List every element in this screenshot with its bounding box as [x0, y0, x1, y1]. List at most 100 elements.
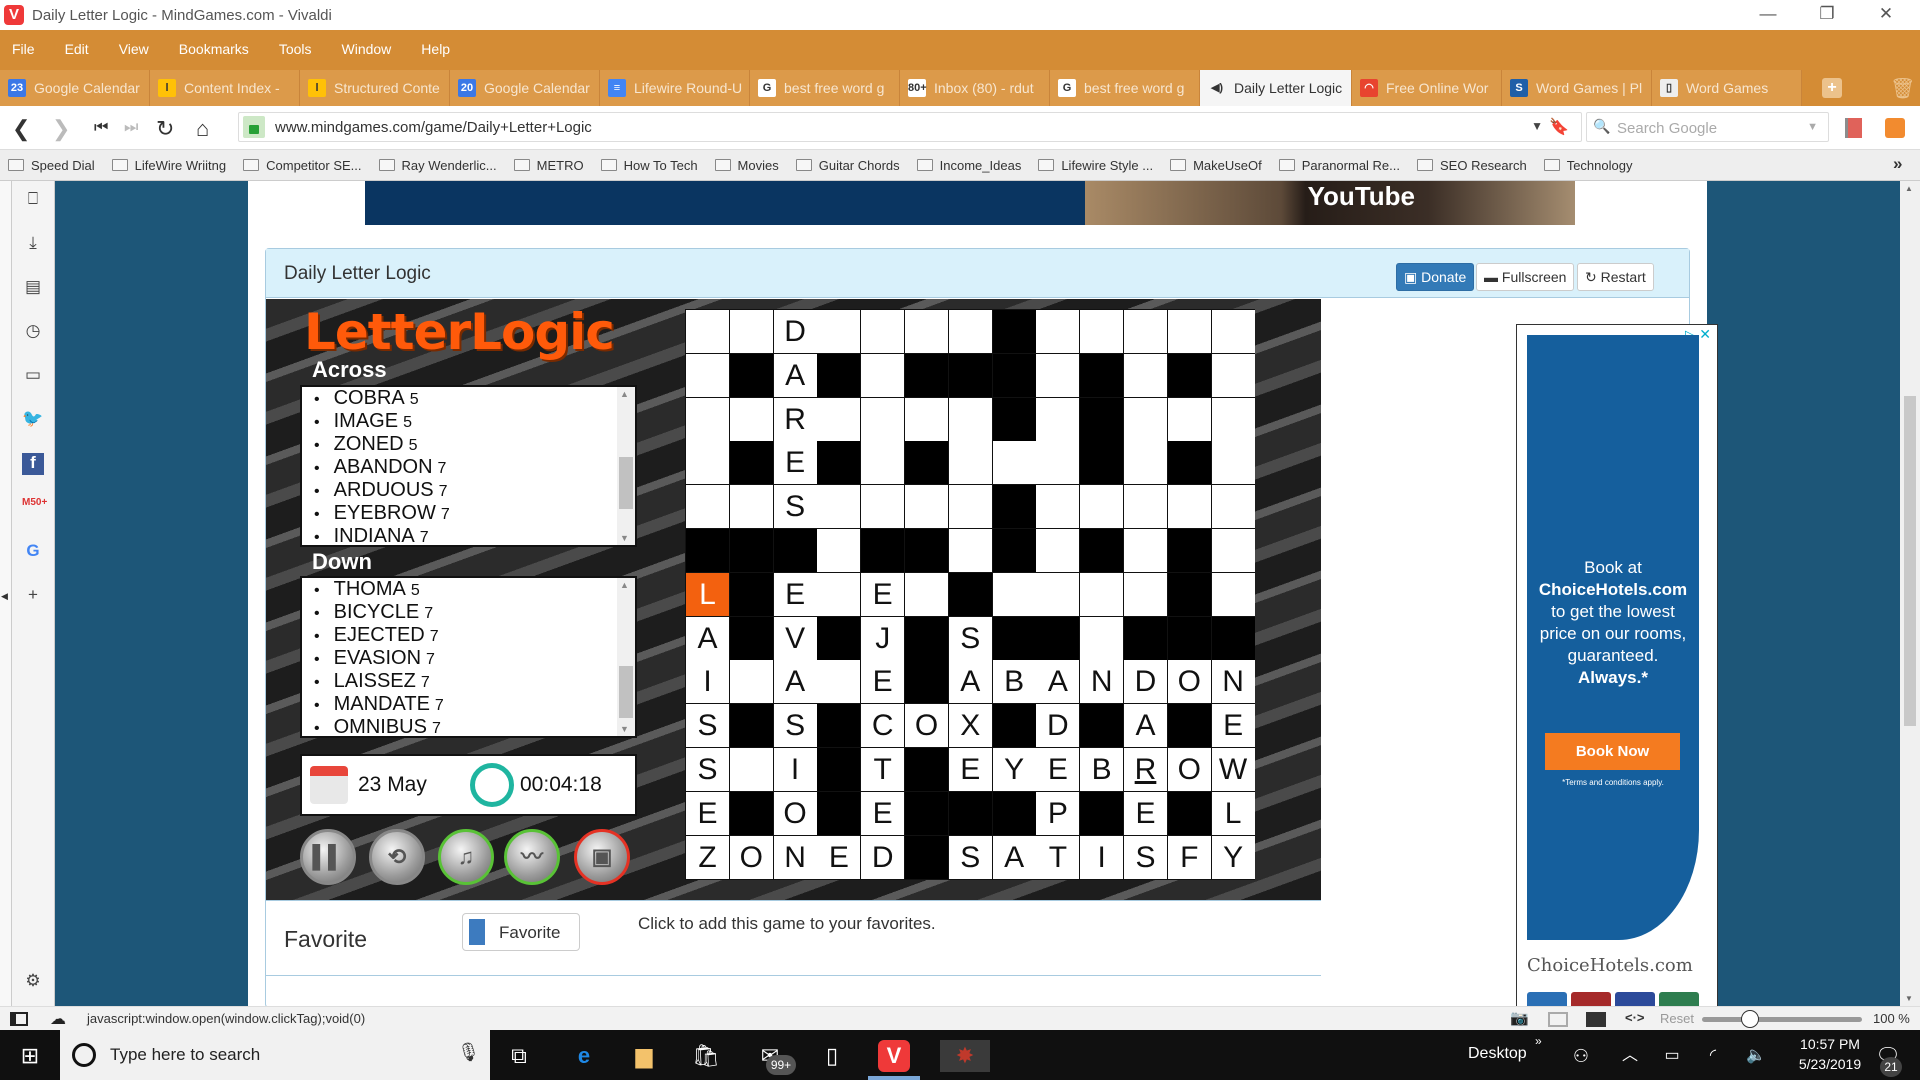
grid-cell[interactable] [861, 397, 905, 441]
grid-cell[interactable] [1211, 310, 1255, 353]
grid-cell[interactable] [1124, 441, 1167, 485]
grid-cell[interactable]: B [992, 660, 1036, 704]
grid-cell[interactable] [1167, 485, 1211, 529]
grid-cell[interactable] [817, 397, 861, 441]
tab-2[interactable]: l Structured Conte [300, 70, 450, 106]
grid-cell[interactable]: D [861, 835, 905, 879]
grid-cell[interactable]: J [861, 616, 905, 660]
bookmark-item[interactable]: Guitar Chords [795, 158, 900, 173]
volume-icon[interactable]: 🔈 [1740, 1040, 1772, 1072]
grid-cell[interactable] [948, 397, 992, 441]
page-actions-icon[interactable]: <·> [1625, 1010, 1645, 1025]
grid-cell[interactable] [1124, 529, 1167, 572]
menu-window[interactable]: Window [342, 41, 392, 57]
grid-cell[interactable] [729, 310, 773, 353]
grid-cell[interactable]: A [948, 660, 992, 704]
phone-icon[interactable]: ▯ [816, 1040, 848, 1072]
across-list[interactable]: COBRA5IMAGE5ZONED5ABANDON7ARDUOUS7EYEBRO… [300, 385, 637, 547]
bookmark-item[interactable]: Ray Wenderlic... [378, 158, 497, 173]
facebook-panel-icon[interactable]: f [22, 453, 44, 475]
grid-cell[interactable]: E [861, 572, 905, 616]
page-scrollbar[interactable]: ▲ ▼ [1900, 181, 1920, 1006]
grid-cell[interactable] [817, 660, 861, 704]
grid-cell[interactable]: A [992, 835, 1036, 879]
grid-cell[interactable]: X [948, 704, 992, 748]
trash-icon[interactable]: 🗑 [1890, 76, 1915, 100]
bookmark-item[interactable]: Paranormal Re... [1278, 158, 1400, 173]
grid-cell[interactable] [1167, 397, 1211, 441]
grid-cell[interactable] [1167, 310, 1211, 353]
zoom-slider-knob[interactable] [1741, 1010, 1759, 1028]
tab-0[interactable]: 23 Google Calendar [0, 70, 150, 106]
scroll-down-icon[interactable]: ▼ [620, 533, 629, 543]
grid-cell[interactable]: E [948, 748, 992, 791]
downloads-panel-icon[interactable]: ⤓ [22, 233, 44, 255]
images-icon[interactable] [1586, 1012, 1606, 1027]
tab-3[interactable]: 20 Google Calendar [450, 70, 600, 106]
bookmark-item[interactable]: Movies [714, 158, 779, 173]
grid-cell[interactable] [948, 310, 992, 353]
taskbar-search[interactable]: Type here to search 🎙 [60, 1030, 490, 1080]
bookmark-item[interactable]: MakeUseOf [1170, 158, 1262, 173]
grid-cell[interactable] [1036, 485, 1080, 529]
grid-cell[interactable]: E [1211, 704, 1255, 748]
grid-cell[interactable] [817, 310, 861, 353]
menu-view[interactable]: View [119, 41, 149, 57]
game-app-icon[interactable]: ✸ [940, 1040, 990, 1072]
menu-file[interactable]: File [12, 41, 35, 57]
minimize-button[interactable]: — [1739, 0, 1797, 30]
grid-cell[interactable] [905, 397, 948, 441]
grid-cell[interactable]: A [1124, 704, 1167, 748]
grid-cell[interactable] [729, 748, 773, 791]
bookmark-item[interactable]: Lifewire Style ... [1038, 158, 1153, 173]
grid-cell[interactable] [905, 310, 948, 353]
menu-help[interactable]: Help [421, 41, 450, 57]
grid-cell[interactable] [1211, 397, 1255, 441]
grid-cell[interactable]: E [817, 835, 861, 879]
grid-cell[interactable] [992, 572, 1036, 616]
task-view-icon[interactable]: ⧉ [503, 1040, 535, 1072]
grid-cell[interactable] [1036, 529, 1080, 572]
bookmark-item[interactable]: LifeWire Wriitng [111, 158, 226, 173]
start-button[interactable]: ⊞ [14, 1040, 46, 1072]
bookmark-item[interactable]: How To Tech [600, 158, 698, 173]
grid-cell[interactable] [1036, 353, 1080, 397]
capture-icon[interactable]: 📷 [1510, 1009, 1529, 1027]
grid-cell[interactable]: A [686, 616, 729, 660]
more-bookmarks-icon[interactable]: » [1893, 154, 1902, 174]
gmail-panel-icon[interactable]: M50+ [22, 497, 47, 519]
grid-cell[interactable]: O [1167, 660, 1211, 704]
grid-cell[interactable] [817, 529, 861, 572]
donate-button[interactable]: ▣ Donate [1396, 263, 1475, 291]
grid-cell[interactable]: N [1211, 660, 1255, 704]
grid-cell[interactable]: O [729, 835, 773, 879]
grid-cell[interactable]: Y [992, 748, 1036, 791]
grid-cell[interactable] [686, 485, 729, 529]
twitter-panel-icon[interactable]: 🐦 [22, 409, 44, 431]
reload-button[interactable]: ↻ [156, 116, 174, 142]
grid-cell[interactable] [1211, 441, 1255, 485]
grid-cell[interactable] [948, 485, 992, 529]
grid-cell[interactable]: S [686, 748, 729, 791]
notes-icon[interactable] [1845, 118, 1862, 138]
url-dropdown-icon[interactable]: ▼ [1531, 119, 1543, 133]
grid-cell[interactable]: D [1124, 660, 1167, 704]
grid-cell[interactable]: E [861, 660, 905, 704]
grid-cell[interactable] [1124, 485, 1167, 529]
choicehotels-ad[interactable]: ▷ ✕ Book at ChoiceHotels.com to get the … [1516, 324, 1718, 1006]
grid-cell[interactable] [1124, 353, 1167, 397]
grid-cell[interactable] [905, 485, 948, 529]
across-scrollbar[interactable]: ▲ ▼ [617, 387, 635, 545]
bookmark-item[interactable]: Speed Dial [8, 158, 95, 173]
close-button[interactable]: ✕ [1857, 0, 1915, 30]
scroll-thumb[interactable] [619, 666, 633, 718]
scroll-up-icon[interactable]: ▲ [620, 580, 629, 590]
forward-button[interactable]: ❯ [52, 116, 70, 142]
google-panel-icon[interactable]: G [22, 541, 44, 563]
music-toggle-button[interactable]: ♫ [438, 829, 494, 885]
grid-cell[interactable]: S [773, 485, 817, 529]
grid-cell[interactable] [948, 441, 992, 485]
rewind-button[interactable]: ⏮ [94, 119, 108, 137]
fullscreen-button[interactable]: ▬ Fullscreen [1476, 263, 1575, 291]
grid-cell[interactable] [1211, 485, 1255, 529]
